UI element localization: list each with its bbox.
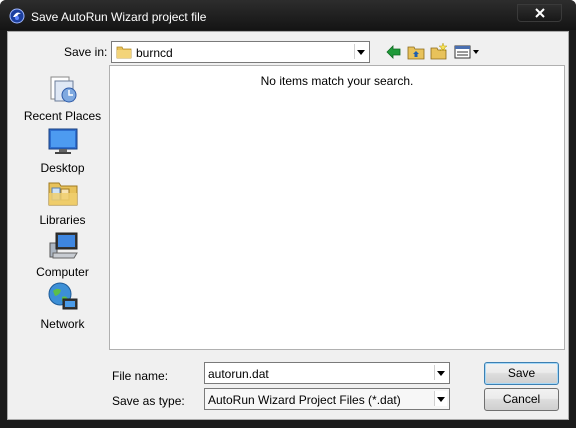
- view-menu-icon[interactable]: [454, 43, 482, 61]
- place-label: Computer: [36, 265, 89, 279]
- desktop-icon: [47, 125, 79, 157]
- up-folder-icon[interactable]: [407, 43, 425, 61]
- save-in-value: burncd: [136, 46, 173, 60]
- place-label: Desktop: [40, 161, 85, 175]
- window-title: Save AutoRun Wizard project file: [31, 10, 207, 24]
- place-recent-places[interactable]: Recent Places: [15, 73, 110, 123]
- place-desktop[interactable]: Desktop: [15, 125, 110, 175]
- place-libraries[interactable]: Libraries: [15, 177, 110, 227]
- place-label: Libraries: [39, 213, 86, 227]
- cancel-button[interactable]: Cancel: [484, 388, 559, 411]
- back-arrow-icon[interactable]: [385, 43, 403, 61]
- file-name-label: File name:: [112, 369, 169, 383]
- network-icon: [47, 281, 79, 313]
- recent-places-icon: [47, 73, 79, 105]
- folder-icon: [116, 45, 132, 62]
- title-bar[interactable]: Save AutoRun Wizard project file: [0, 0, 576, 30]
- save-button[interactable]: Save: [484, 362, 559, 385]
- chevron-down-icon[interactable]: [354, 44, 367, 59]
- place-computer[interactable]: Computer: [15, 229, 110, 279]
- dialog-window: Save AutoRun Wizard project file Save in…: [0, 0, 576, 428]
- computer-icon: [47, 229, 79, 261]
- save-in-dropdown[interactable]: burncd: [111, 41, 370, 63]
- dialog-client-area: Save in: burncd Recent Places Desktop Li…: [7, 31, 569, 420]
- places-bar: Recent Places Desktop Libraries Computer…: [15, 65, 110, 350]
- libraries-icon: [47, 177, 79, 209]
- close-icon: [535, 8, 545, 18]
- chevron-down-icon[interactable]: [434, 365, 447, 380]
- chevron-down-icon[interactable]: [434, 391, 447, 406]
- save-in-label: Save in:: [64, 45, 108, 59]
- place-label: Network: [40, 317, 85, 331]
- file-list-view[interactable]: No items match your search.: [109, 65, 565, 350]
- file-name-value: autorun.dat: [208, 367, 269, 381]
- autorun-app-icon: [9, 8, 25, 24]
- file-name-field[interactable]: autorun.dat: [204, 362, 450, 384]
- save-as-type-dropdown[interactable]: AutoRun Wizard Project Files (*.dat): [204, 388, 450, 410]
- save-as-type-label: Save as type:: [112, 394, 185, 408]
- place-network[interactable]: Network: [15, 281, 110, 331]
- empty-message: No items match your search.: [260, 74, 414, 88]
- save-as-type-value: AutoRun Wizard Project Files (*.dat): [208, 393, 401, 407]
- place-label: Recent Places: [23, 109, 102, 123]
- new-folder-icon[interactable]: [430, 42, 448, 60]
- close-button[interactable]: [517, 4, 562, 22]
